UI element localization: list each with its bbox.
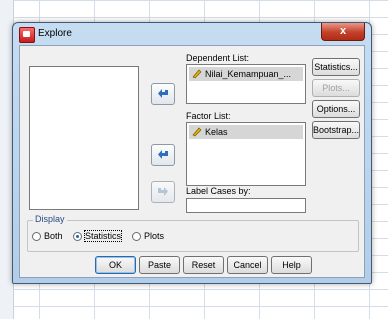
factor-list-label: Factor List: bbox=[186, 111, 231, 121]
radio-indicator bbox=[73, 231, 82, 241]
radio-plots[interactable]: Plots bbox=[132, 231, 164, 241]
radio-statistics-label: Statistics bbox=[83, 230, 123, 242]
label-cases-field[interactable] bbox=[186, 198, 306, 213]
radio-indicator bbox=[132, 231, 141, 241]
list-item[interactable]: Kelas bbox=[189, 125, 303, 139]
radio-both[interactable]: Both bbox=[32, 231, 63, 241]
display-group: Display Both Statistics Plots bbox=[27, 214, 359, 252]
dialog-titlebar[interactable]: Explore x bbox=[13, 23, 371, 45]
dialog-client: Dependent List: Nilai_Kemampuan_... Fact… bbox=[19, 45, 365, 278]
paste-button[interactable]: Paste bbox=[139, 256, 180, 274]
explore-dialog: Explore x Dependent List: Nilai_Kemampua… bbox=[12, 22, 372, 284]
dependent-item-label: Nilai_Kemampuan_... bbox=[205, 69, 292, 79]
factor-item-label: Kelas bbox=[205, 127, 228, 137]
arrow-left-icon bbox=[158, 89, 168, 98]
help-button[interactable]: Help bbox=[271, 256, 312, 274]
move-to-label-cases-button[interactable] bbox=[151, 181, 175, 203]
factor-list[interactable]: Kelas bbox=[186, 122, 306, 186]
label-cases-label: Label Cases by: bbox=[186, 186, 251, 196]
radio-indicator bbox=[32, 231, 41, 241]
arrow-right-icon bbox=[158, 187, 168, 196]
close-button[interactable]: x bbox=[321, 23, 365, 41]
dependent-list-label: Dependent List: bbox=[186, 53, 250, 63]
radio-plots-label: Plots bbox=[144, 231, 165, 241]
bootstrap-button[interactable]: Bootstrap... bbox=[312, 121, 360, 139]
app-icon bbox=[19, 27, 35, 43]
dependent-list[interactable]: Nilai_Kemampuan_... bbox=[186, 64, 306, 104]
ok-button[interactable]: OK bbox=[95, 256, 136, 274]
scale-variable-icon bbox=[192, 127, 202, 137]
radio-statistics[interactable]: Statistics bbox=[73, 230, 123, 242]
options-button[interactable]: Options... bbox=[312, 100, 360, 118]
cancel-button[interactable]: Cancel bbox=[227, 256, 268, 274]
list-item[interactable]: Nilai_Kemampuan_... bbox=[189, 67, 303, 81]
dialog-title: Explore bbox=[38, 28, 72, 39]
display-group-title: Display bbox=[33, 214, 67, 224]
plots-button[interactable]: Plots... bbox=[312, 79, 360, 97]
arrow-left-icon bbox=[158, 150, 168, 159]
move-to-factor-button[interactable] bbox=[151, 144, 175, 166]
source-variable-list[interactable] bbox=[29, 66, 139, 210]
statistics-button[interactable]: Statistics... bbox=[312, 58, 360, 76]
scale-variable-icon bbox=[192, 69, 202, 79]
reset-button[interactable]: Reset bbox=[183, 256, 224, 274]
move-to-dependent-button[interactable] bbox=[151, 83, 175, 105]
radio-both-label: Both bbox=[44, 231, 63, 241]
